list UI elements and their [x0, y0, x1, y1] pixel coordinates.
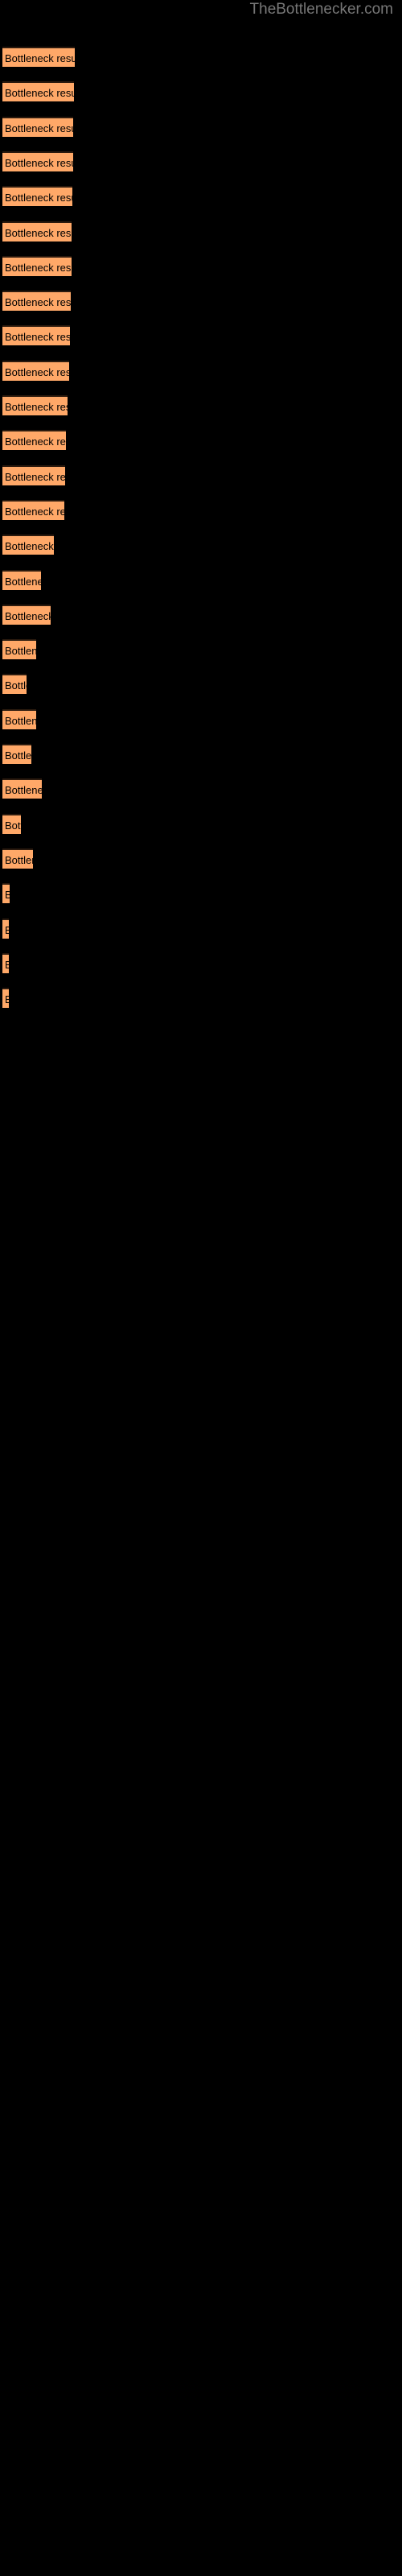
bar-label: Bottleneck result — [5, 853, 33, 866]
bar-row[interactable]: Bottleneck result — [2, 81, 74, 102]
bar-label: Bottleneck result — [5, 226, 72, 239]
bar-row[interactable]: Bottleneck result — [2, 221, 72, 242]
bar-row[interactable]: Bottleneck result — [2, 639, 36, 660]
bar-row[interactable]: Bottleneck result — [2, 395, 68, 415]
bar-row[interactable]: Bottleneck result — [2, 778, 42, 799]
bar-row[interactable]: Bottleneck result — [2, 744, 31, 764]
bar-label: Bottleneck result — [5, 365, 69, 378]
bar-label: Bottleneck result — [5, 52, 75, 64]
bar-label: Bottleneck result — [5, 470, 65, 483]
bar-label: Bottleneck result — [5, 886, 10, 903]
bar-label: Bottleneck result — [5, 87, 74, 100]
bar-row[interactable]: Bottleneck result — [2, 255, 72, 276]
bar-row[interactable]: Bottleneck result — [2, 360, 69, 381]
bar-label: Bottleneck result — [5, 575, 41, 588]
bar-label: Bottleneck result — [5, 505, 64, 518]
bar-label: Bottleneck result — [5, 819, 21, 832]
bar-label: Bottleneck result — [5, 331, 70, 344]
bar-label: Bottleneck result — [5, 261, 72, 274]
bar-row[interactable]: Bottleneck result — [2, 604, 51, 625]
bar-row[interactable]: Bottleneck result — [2, 813, 21, 834]
bar-label: Bottleneck result — [5, 645, 36, 658]
bar-label: Bottleneck result — [5, 540, 54, 553]
bar-row[interactable]: Bottleneck result — [2, 151, 73, 171]
bar-label: Bottleneck result — [5, 679, 27, 692]
bar-row[interactable]: Bottleneck result — [2, 708, 36, 729]
bar-row[interactable]: Bottleneck result — [2, 116, 73, 137]
bar-label: Bottleneck result — [5, 784, 42, 797]
bar-label: Bottleneck result — [5, 991, 9, 1008]
bar-row[interactable]: Bottleneck result — [2, 952, 9, 973]
bar-row[interactable]: Bottleneck result — [2, 674, 27, 695]
bar-chart-bars: Bottleneck result Bottleneck result Bottle… — [0, 0, 402, 2576]
bar-row[interactable]: Bottleneck result — [2, 569, 41, 590]
bar-label: Bottleneck result — [5, 922, 9, 939]
bar-row[interactable]: Bottleneck result — [2, 464, 65, 485]
bar-row[interactable]: Bottleneck result — [2, 499, 64, 520]
bar-row[interactable]: Bottleneck result — [2, 918, 9, 939]
bar-label: Bottleneck result — [5, 436, 66, 448]
bar-label: Bottleneck result — [5, 156, 73, 169]
bottleneck-chart-page: TheBottlenecker.com Bottleneck result Bot… — [0, 0, 402, 2576]
bar-row[interactable]: Bottleneck result — [2, 988, 9, 1009]
bar-row[interactable]: Bottleneck result — [2, 535, 54, 555]
bar-row[interactable]: Bottleneck result — [2, 325, 70, 346]
bar-label: Bottleneck result — [5, 714, 36, 727]
bar-row[interactable]: Bottleneck result — [2, 47, 75, 67]
bar-row[interactable]: Bottleneck result — [2, 430, 66, 451]
bar-label: Bottleneck result — [5, 609, 51, 622]
bar-label: Bottleneck result — [5, 401, 68, 413]
bar-row[interactable]: Bottleneck result — [2, 848, 33, 869]
bar-row[interactable]: Bottleneck result — [2, 186, 72, 207]
bar-label: Bottleneck result — [5, 122, 73, 134]
bar-label: Bottleneck result — [5, 956, 9, 973]
bar-label: Bottleneck result — [5, 296, 71, 309]
bar-row[interactable]: Bottleneck result — [2, 291, 71, 312]
bar-label: Bottleneck result — [5, 749, 31, 762]
bar-label: Bottleneck result — [5, 192, 72, 204]
bar-row[interactable]: Bottleneck result — [2, 883, 10, 904]
